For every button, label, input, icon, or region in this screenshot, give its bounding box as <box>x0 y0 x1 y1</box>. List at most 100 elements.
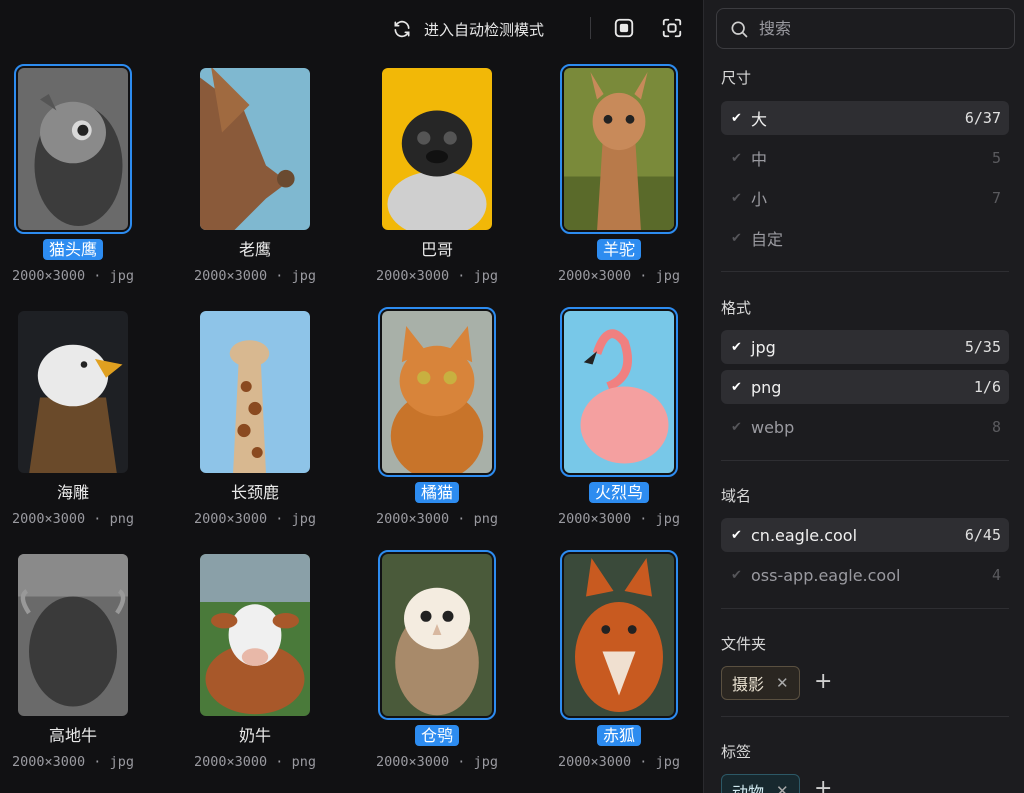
search-icon <box>731 21 748 37</box>
toolbar: 进入自动检测模式 <box>0 0 703 58</box>
image-title: 猫头鹰 <box>0 238 164 262</box>
thumbnail-frame <box>560 64 678 234</box>
size-section-title: 尺寸 <box>721 69 752 87</box>
thumbnail-image <box>200 311 310 473</box>
image-card[interactable]: 火烈鸟 2000×3000 · jpg <box>528 303 703 546</box>
size-option[interactable]: ✔ 中 5 <box>721 141 1009 175</box>
image-card[interactable]: 橘猫 2000×3000 · png <box>346 303 528 546</box>
image-card[interactable]: 老鹰 2000×3000 · jpg <box>164 60 346 303</box>
folder-section-title: 文件夹 <box>721 635 767 653</box>
auto-detect-label: 进入自动检测模式 <box>424 20 545 39</box>
option-label: 大 <box>751 110 768 129</box>
domain-option[interactable]: ✔ cn.eagle.cool 6/45 <box>721 518 1009 552</box>
option-count: 7 <box>991 189 1001 207</box>
image-card[interactable]: 海雕 2000×3000 · png <box>0 303 164 546</box>
thumbnail-frame <box>560 550 678 720</box>
remove-tag-icon[interactable]: ✕ <box>776 782 789 793</box>
check-icon: ✔ <box>731 339 742 355</box>
gallery-panel: 进入自动检测模式 猫头鹰 2000×3000 · jpg 老鹰 2000×300… <box>0 0 703 793</box>
search-input[interactable] <box>759 19 999 38</box>
check-icon: ✔ <box>731 190 742 206</box>
divider <box>721 716 1009 717</box>
thumbnail-image <box>200 68 310 230</box>
stop-icon <box>614 18 634 38</box>
option-count: 6/37 <box>964 109 1001 127</box>
add-tag-icon[interactable]: + <box>814 776 832 793</box>
domain-option[interactable]: ✔ oss-app.eagle.cool 4 <box>721 558 1009 592</box>
image-meta: 2000×3000 · jpg <box>376 268 498 284</box>
option-label: cn.eagle.cool <box>751 525 858 545</box>
thumbnail-image <box>18 554 128 716</box>
tags-section-title: 标签 <box>721 743 752 761</box>
thumbnail-frame <box>378 550 496 720</box>
check-icon: ✔ <box>731 230 742 246</box>
image-title: 火烈鸟 <box>528 481 703 505</box>
option-count: 1/6 <box>973 378 1001 396</box>
image-meta: 2000×3000 · png <box>12 511 134 527</box>
screenshot-button[interactable] <box>660 16 684 40</box>
option-label: png <box>751 377 782 397</box>
option-count: 4 <box>991 566 1001 584</box>
thumbnail-image <box>18 311 128 473</box>
screenshot-icon <box>662 18 682 38</box>
image-card[interactable]: 高地牛 2000×3000 · jpg <box>0 546 164 789</box>
image-card[interactable]: 羊驼 2000×3000 · jpg <box>528 60 703 303</box>
thumbnail-frame <box>196 550 314 720</box>
size-option[interactable]: ✔ 大 6/37 <box>721 101 1009 135</box>
check-icon: ✔ <box>731 110 742 126</box>
image-meta: 2000×3000 · jpg <box>376 754 498 770</box>
image-meta: 2000×3000 · jpg <box>194 511 316 527</box>
divider <box>721 608 1009 609</box>
thumbnail-frame <box>378 64 496 234</box>
image-meta: 2000×3000 · png <box>376 511 498 527</box>
thumbnail-frame <box>196 64 314 234</box>
image-title: 橘猫 <box>346 481 528 505</box>
format-option[interactable]: ✔ webp 8 <box>721 410 1009 444</box>
image-card[interactable]: 仓鸮 2000×3000 · jpg <box>346 546 528 789</box>
image-meta: 2000×3000 · jpg <box>12 754 134 770</box>
image-meta: 2000×3000 · jpg <box>558 754 680 770</box>
image-meta: 2000×3000 · jpg <box>194 268 316 284</box>
search-box[interactable] <box>716 8 1015 49</box>
option-count: 5 <box>991 149 1001 167</box>
add-folder-icon[interactable]: + <box>814 669 832 694</box>
divider <box>721 460 1009 461</box>
auto-detect-button[interactable]: 进入自动检测模式 <box>392 17 544 41</box>
domain-section-title: 域名 <box>721 487 752 505</box>
folder-tag[interactable]: 摄影 ✕ <box>721 666 800 700</box>
thumbnail-image <box>200 554 310 716</box>
thumbnail-image <box>564 311 674 473</box>
toolbar-divider <box>590 17 591 39</box>
remove-folder-icon[interactable]: ✕ <box>776 674 789 692</box>
option-label: webp <box>751 417 795 437</box>
option-label: oss-app.eagle.cool <box>751 565 901 585</box>
check-icon: ✔ <box>731 150 742 166</box>
format-option[interactable]: ✔ png 1/6 <box>721 370 1009 404</box>
image-card[interactable]: 长颈鹿 2000×3000 · jpg <box>164 303 346 546</box>
option-label: 中 <box>751 150 768 169</box>
thumbnail-image <box>564 554 674 716</box>
divider <box>721 271 1009 272</box>
thumbnail-frame <box>378 307 496 477</box>
stop-button[interactable] <box>612 16 636 40</box>
format-option[interactable]: ✔ jpg 5/35 <box>721 330 1009 364</box>
thumbnail-image <box>18 68 128 230</box>
thumbnail-image <box>382 68 492 230</box>
label-tag[interactable]: 动物 ✕ <box>721 774 800 793</box>
check-icon: ✔ <box>731 379 742 395</box>
thumbnail-image <box>564 68 674 230</box>
image-title: 巴哥 <box>420 240 453 259</box>
image-title: 仓鸮 <box>346 724 528 748</box>
format-section-title: 格式 <box>721 299 752 317</box>
image-card[interactable]: 巴哥 2000×3000 · jpg <box>346 60 528 303</box>
size-option[interactable]: ✔ 自定 <box>721 221 1009 255</box>
filter-sidebar: 尺寸 ✔ 大 6/37 ✔ 中 5 ✔ 小 7 ✔ 自定 格式 ✔ jpg 5/… <box>703 0 1024 793</box>
option-count: 5/35 <box>964 338 1001 356</box>
image-title: 高地牛 <box>48 726 97 745</box>
image-card[interactable]: 赤狐 2000×3000 · jpg <box>528 546 703 789</box>
thumbnail-image <box>382 311 492 473</box>
image-card[interactable]: 猫头鹰 2000×3000 · jpg <box>0 60 164 303</box>
image-card[interactable]: 奶牛 2000×3000 · png <box>164 546 346 789</box>
size-option[interactable]: ✔ 小 7 <box>721 181 1009 215</box>
option-label: 自定 <box>751 230 784 249</box>
